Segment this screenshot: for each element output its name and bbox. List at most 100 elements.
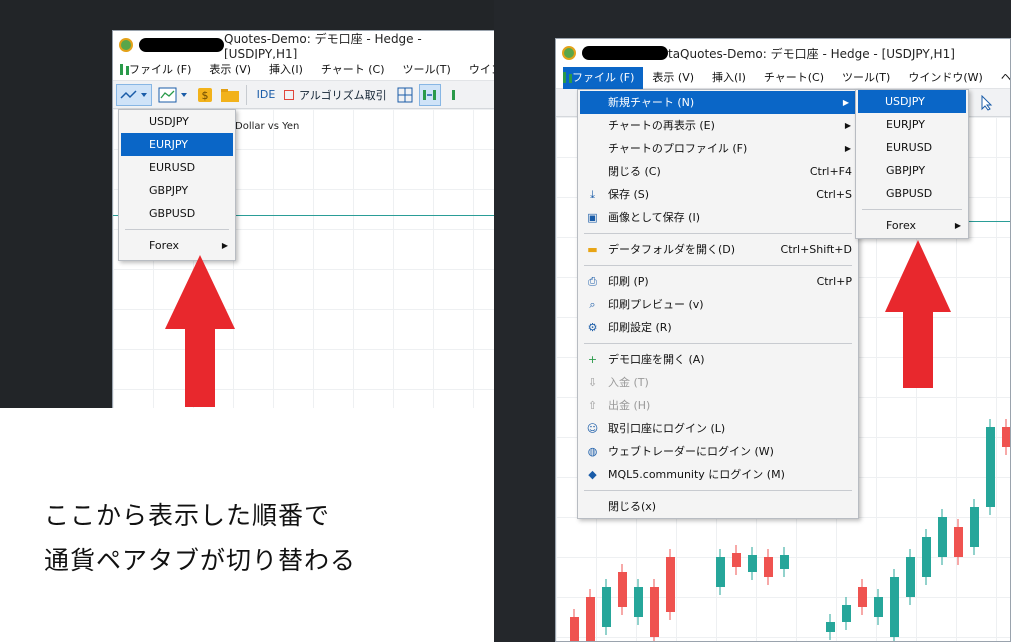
grid-button[interactable] — [394, 84, 416, 106]
file-menu-item-label: チャートの再表示 (E) — [608, 119, 715, 132]
dollar-button[interactable]: $ — [194, 84, 216, 106]
file-menu-item-18[interactable]: ◆ MQL5.community にログイン (M) — [578, 463, 858, 486]
left-dropdown-item-usdjpy[interactable]: USDJPY — [119, 110, 235, 133]
file-menu-item-label: 画像として保存 (I) — [608, 211, 700, 224]
cursor-icon — [981, 94, 993, 111]
submenu-item-usdjpy[interactable]: USDJPY — [858, 90, 966, 113]
file-menu-item-16[interactable]: ☺ 取引口座にログイン (L) — [578, 417, 858, 440]
file-menu-item-1[interactable]: チャートの再表示 (E) ▶ — [578, 114, 858, 137]
candle-body — [634, 587, 643, 617]
file-menu-item-13[interactable]: + デモ口座を開く (A) — [578, 348, 858, 371]
right-menu-file[interactable]: ファイル (F) — [563, 66, 644, 89]
svg-text:$: $ — [202, 89, 209, 102]
mql5-icon: ◆ — [588, 468, 597, 481]
submenu-item-gbpjpy[interactable]: GBPJPY — [856, 159, 968, 182]
file-menu-item-17[interactable]: ◍ ウェブトレーダーにログイン (W) — [578, 440, 858, 463]
right-menu-window[interactable]: ウインドウ(W) — [899, 67, 991, 89]
right-menu-help[interactable]: ヘ — [992, 67, 1010, 89]
left-menu-tools[interactable]: ツール(T) — [394, 59, 460, 81]
left-dropdown-item-gbpusd[interactable]: GBPUSD — [119, 202, 235, 225]
file-menu-item-20[interactable]: 閉じる(x) — [578, 495, 858, 518]
shift-chart-button[interactable] — [418, 83, 441, 106]
left-dropdown-item-label: GBPUSD — [149, 207, 196, 220]
left-menu-window[interactable]: ウイン — [460, 59, 496, 81]
print-icon: ⎙ — [588, 275, 597, 288]
left-dropdown-divider — [125, 229, 229, 230]
right-menu-chart[interactable]: チャート(C) — [755, 67, 833, 89]
file-menu-item-9[interactable]: ⎙ 印刷 (P) Ctrl+P — [578, 270, 858, 293]
file-menu-item-label: 閉じる (C) — [608, 165, 661, 178]
left-menu-insert[interactable]: 挿入(I) — [260, 59, 312, 81]
file-menu-item-label: 印刷 (P) — [608, 275, 649, 288]
right-menu-view[interactable]: 表示 (V) — [643, 67, 703, 89]
submenu-item-eurusd[interactable]: EURUSD — [856, 136, 968, 159]
candle-body — [938, 517, 947, 557]
submenu-item-gbpusd[interactable]: GBPUSD — [856, 182, 968, 205]
file-menu-item-label: MQL5.community にログイン (M) — [608, 468, 785, 481]
autoscroll-button[interactable] — [444, 84, 466, 106]
file-menu-item-10[interactable]: ⌕ 印刷プレビュー (v) — [578, 293, 858, 316]
file-menu-item-4[interactable]: ⤓ 保存 (S) Ctrl+S — [578, 183, 858, 206]
candle-body — [586, 597, 595, 641]
file-menu-item-15: ⇧ 出金 (H) — [578, 394, 858, 417]
left-dropdown-item-eurusd[interactable]: EURUSD — [119, 156, 235, 179]
candle-body — [650, 587, 659, 637]
left-red-up-arrow — [165, 255, 235, 407]
candle-body — [986, 427, 995, 507]
file-menu-divider — [584, 343, 852, 344]
submenu-item-eurjpy[interactable]: EURJPY — [856, 113, 968, 136]
submenu-arrow-icon: ▶ — [221, 241, 228, 250]
candle-body — [748, 555, 757, 572]
candle-body — [842, 605, 851, 622]
print-settings-icon: ⚙ — [587, 321, 598, 334]
stop-square-icon — [284, 89, 294, 100]
new-chart-dropdown-button[interactable] — [116, 83, 152, 106]
shortcut-label: Ctrl+Shift+D — [780, 243, 852, 256]
right-title-bar: taQuotes-Demo: デモ口座 - Hedge - [USDJPY,H1… — [556, 39, 1010, 67]
file-menu-item-2[interactable]: チャートのプロファイル (F) ▶ — [578, 137, 858, 160]
right-window-title: taQuotes-Demo: デモ口座 - Hedge - [USDJPY,H1… — [668, 46, 955, 61]
candle-body — [954, 527, 963, 557]
right-menu-tools[interactable]: ツール(T) — [833, 67, 899, 89]
right-toolbar-overflow — [976, 92, 998, 114]
submenu-arrow-icon: ▶ — [844, 121, 851, 130]
file-menu-item-5[interactable]: ▣ 画像として保存 (I) — [578, 206, 858, 229]
withdraw-icon: ⇧ — [587, 399, 598, 412]
file-menu-item-0[interactable]: 新規チャート (N) ▶ — [580, 91, 856, 114]
left-menu-view[interactable]: 表示 (V) — [200, 59, 260, 81]
grid-icon — [397, 87, 413, 102]
submenu-arrow-icon: ▶ — [842, 98, 849, 107]
submenu-item-forex[interactable]: Forex ▶ — [856, 214, 968, 237]
candle-body — [716, 557, 725, 587]
left-dropdown-item-label: EURJPY — [149, 138, 188, 151]
left-menu-file[interactable]: ファイル (F) — [120, 59, 200, 81]
shortcut-label: Ctrl+P — [816, 275, 852, 288]
candle-body — [666, 557, 675, 612]
file-menu-item-7[interactable]: ▬ データフォルダを開く(D) Ctrl+Shift+D — [578, 238, 858, 261]
submenu-arrow-icon: ▶ — [844, 144, 851, 153]
algo-trading-button[interactable]: アルゴリズム取引 — [280, 84, 391, 106]
file-menu-item-label: 印刷設定 (R) — [608, 321, 672, 334]
caption-line-2: 通貨ペアタブが切り替わる — [44, 546, 357, 575]
ide-button[interactable]: IDE — [255, 84, 277, 106]
candle-body — [922, 537, 931, 577]
left-menu-chart[interactable]: チャート (C) — [312, 59, 394, 81]
folder-icon: ▬ — [587, 243, 598, 256]
file-menu-item-3[interactable]: 閉じる (C) Ctrl+F4 — [578, 160, 858, 183]
user-icon: ☺ — [586, 422, 599, 435]
submenu-divider — [862, 209, 962, 210]
candle-body — [874, 597, 883, 617]
left-dropdown-item-forex[interactable]: Forex ▶ — [119, 234, 235, 257]
file-menu-item-11[interactable]: ⚙ 印刷設定 (R) — [578, 316, 858, 339]
file-menu-item-label: データフォルダを開く(D) — [608, 243, 736, 256]
folder-button[interactable] — [219, 84, 241, 106]
left-dropdown-item-label: GBPJPY — [149, 184, 189, 197]
metatrader-app-icon — [562, 46, 576, 60]
left-dropdown-item-eurjpy[interactable]: EURJPY — [121, 133, 233, 156]
file-menu-divider — [584, 490, 852, 491]
caption-line-1: ここから表示した順番で — [44, 501, 331, 530]
left-dropdown-item-gbpjpy[interactable]: GBPJPY — [119, 179, 235, 202]
right-menu-insert[interactable]: 挿入(I) — [703, 67, 755, 89]
templates-dropdown-button[interactable] — [155, 84, 191, 106]
shortcut-label: Ctrl+S — [816, 188, 852, 201]
